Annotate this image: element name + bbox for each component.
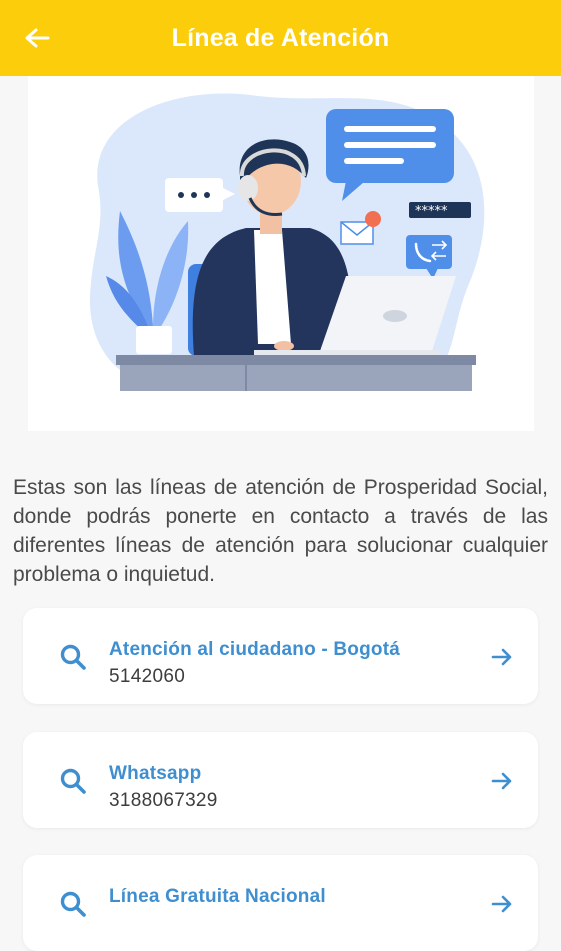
- search-icon: [60, 891, 86, 917]
- password-field-illustration: *****: [409, 202, 471, 219]
- arrow-left-icon: [25, 28, 50, 48]
- line-phone: 5142060: [109, 666, 186, 687]
- line-card-gratuita-nacional[interactable]: Línea Gratuita Nacional: [23, 855, 538, 951]
- arrow-right-icon[interactable]: [490, 645, 514, 669]
- customer-service-illustration: *****: [28, 76, 534, 431]
- page-title: Línea de Atención: [171, 23, 390, 52]
- line-card-atencion-bogota[interactable]: Atención al ciudadano - Bogotá 5142060: [23, 608, 538, 704]
- line-title: Línea Gratuita Nacional: [109, 886, 326, 907]
- search-icon: [60, 644, 86, 670]
- line-title: Atención al ciudadano - Bogotá: [109, 639, 401, 660]
- app-bar: Línea de Atención: [0, 0, 561, 76]
- svg-text:*****: *****: [415, 204, 448, 219]
- back-button[interactable]: [18, 20, 56, 56]
- intro-paragraph: Estas son las líneas de atención de Pros…: [13, 476, 548, 586]
- line-title: Whatsapp: [109, 763, 202, 784]
- line-phone: 3188067329: [109, 790, 218, 811]
- arrow-right-icon[interactable]: [490, 769, 514, 793]
- desk-illustration: [116, 355, 476, 391]
- search-icon: [60, 768, 86, 794]
- arrow-right-icon[interactable]: [490, 892, 514, 916]
- line-card-whatsapp[interactable]: Whatsapp 3188067329: [23, 732, 538, 828]
